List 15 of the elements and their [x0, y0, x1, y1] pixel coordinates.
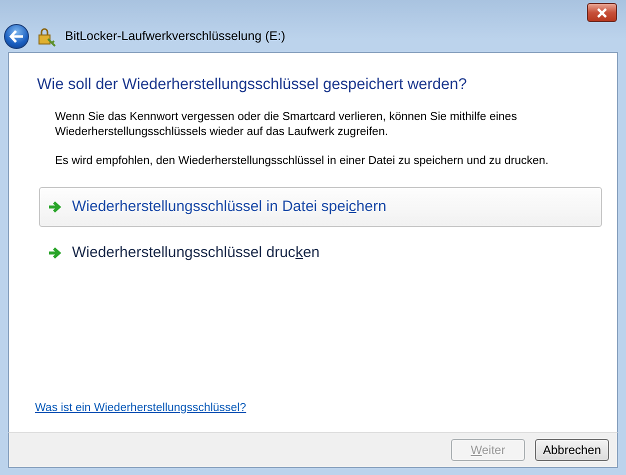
- description-text: Es wird empfohlen, den Wiederherstellungsschlüssel in einer Datei zu speichern und zu drucken.: [55, 154, 550, 170]
- close-button[interactable]: [587, 3, 617, 22]
- padlock-key-icon: [37, 26, 57, 46]
- dialog-button[interactable]: Abbrechen: [535, 439, 609, 461]
- back-arrow-icon: [9, 30, 24, 43]
- close-icon: [596, 8, 608, 18]
- arrow-icon: [48, 247, 62, 260]
- dialog-heading: Wie soll der Wiederherstellungsschlüssel gespeichert werden?: [37, 75, 468, 95]
- command-link[interactable]: Wiederherstellungsschlüssel drucken: [39, 233, 602, 274]
- window-title: BitLocker-Laufwerkverschlüsselung (E:): [65, 28, 286, 46]
- help-link[interactable]: Was ist ein Wiederherstellungsschlüssel?: [35, 400, 246, 417]
- command-link[interactable]: Wiederherstellungsschlüssel in Datei speichern: [39, 187, 602, 228]
- back-button[interactable]: [4, 24, 29, 49]
- arrow-icon: [48, 201, 62, 214]
- description-text: Wenn Sie das Kennwort vergessen oder die Smartcard verlieren, können Sie mithilfe eines Wiederherstellungsschlüssels wieder auf das Laufwerk zugreifen.: [55, 110, 518, 140]
